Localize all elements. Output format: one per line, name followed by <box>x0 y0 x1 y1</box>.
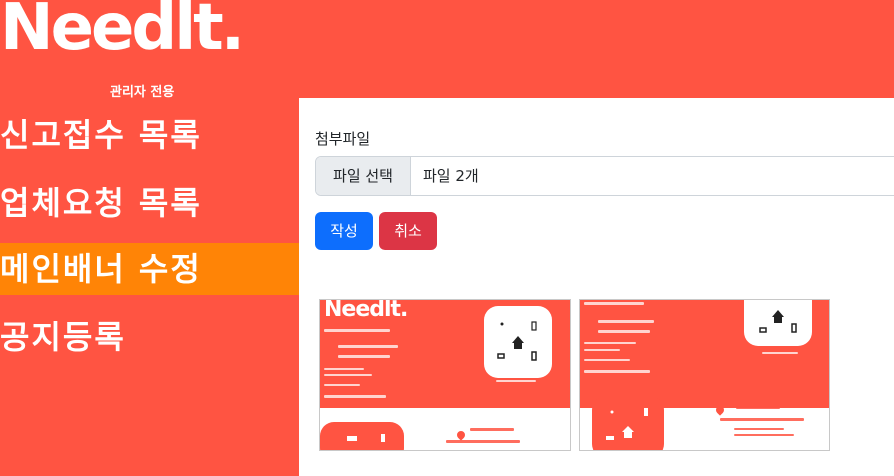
banner-text-line <box>324 368 364 370</box>
banner-text-line <box>324 329 390 332</box>
banner-preview-2[interactable] <box>579 299 830 451</box>
sidebar-item-notice-register[interactable]: 공지등록 <box>0 311 299 363</box>
file-status-text: 파일 2개 <box>423 167 479 185</box>
banner-text-line <box>584 359 630 361</box>
house-icon <box>606 408 648 440</box>
banner-text-line <box>584 349 620 351</box>
top-header: Needlt. 관리자 전용 <box>0 0 894 100</box>
banner-text-line <box>470 428 514 431</box>
banner-text-line <box>584 370 650 373</box>
sidebar: 신고접수 목록 업체요청 목록 메인배너 수정 공지등록 <box>0 98 299 476</box>
banner-text-line <box>324 395 386 398</box>
location-pin-icon <box>455 429 467 441</box>
banner-text-line <box>324 374 372 376</box>
needit-logo[interactable]: Needlt. <box>0 0 245 60</box>
attachment-label: 첨부파일 <box>315 130 371 148</box>
banner-text-line <box>584 342 636 344</box>
banner-text-line <box>584 302 644 305</box>
sidebar-item-report-list[interactable]: 신고접수 목록 <box>0 109 299 161</box>
banner-preview-1[interactable]: Needlt. <box>319 299 571 451</box>
house-icon <box>497 321 537 361</box>
banner-text-line <box>762 352 798 354</box>
banner-logo: Needlt. <box>324 299 408 322</box>
sidebar-item-main-banner-edit[interactable]: 메인배너 수정 <box>0 243 299 295</box>
choose-file-button[interactable]: 파일 선택 <box>316 157 411 195</box>
submit-button[interactable]: 작성 <box>315 212 373 250</box>
house-icon <box>759 310 797 333</box>
banner-text-line <box>734 434 794 436</box>
banner-text-line <box>324 384 360 386</box>
banner-text-line <box>720 418 804 421</box>
sidebar-item-company-request-list[interactable]: 업체요청 목록 <box>0 177 299 229</box>
car-icon <box>347 434 385 442</box>
main-content: 첨부파일 파일 선택 파일 2개 작성 취소 Needlt. <box>299 98 894 476</box>
file-input[interactable]: 파일 선택 파일 2개 <box>315 156 894 196</box>
banner-text-line <box>446 440 520 443</box>
banner-text-line <box>338 345 398 348</box>
banner-text-line <box>734 428 784 430</box>
banner-text-line <box>598 330 650 333</box>
cancel-button[interactable]: 취소 <box>379 212 437 250</box>
banner-text-line <box>496 380 536 382</box>
banner-text-line <box>736 406 780 409</box>
banner-text-line <box>598 320 654 323</box>
banner-text-line <box>338 355 390 358</box>
